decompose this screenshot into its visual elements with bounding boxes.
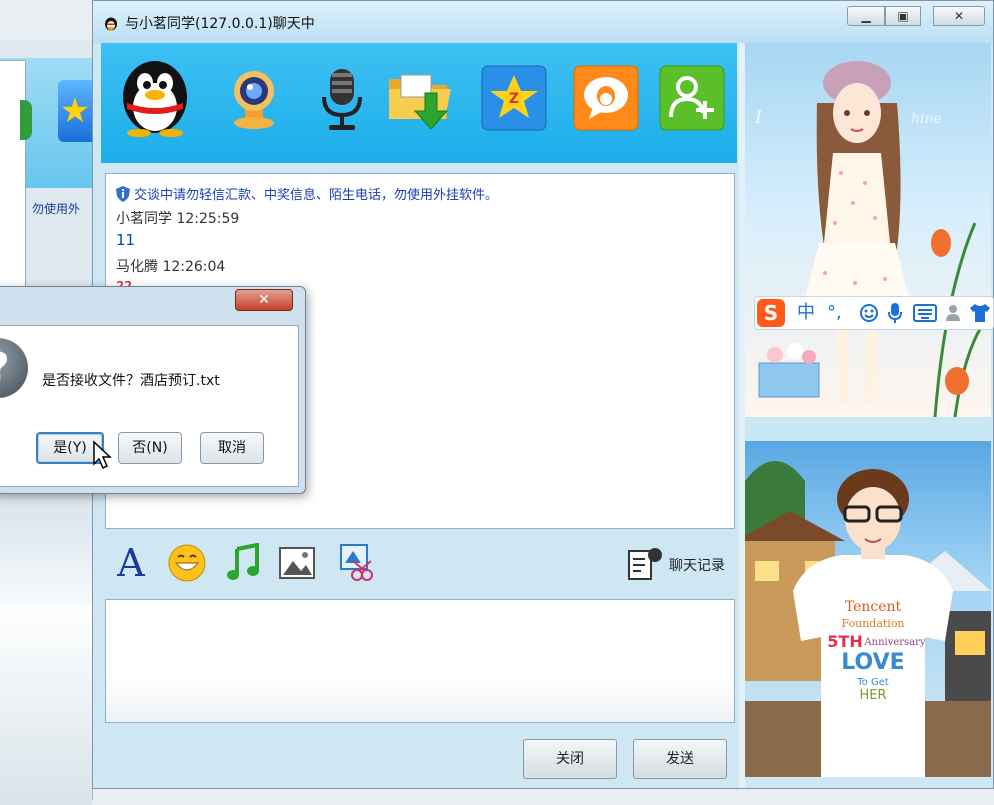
ime-keyboard-icon[interactable] (913, 304, 937, 322)
question-icon: ? (0, 338, 28, 398)
dialog-no-button[interactable]: 否(N) (118, 432, 182, 464)
qq-bubble-icon[interactable] (571, 63, 641, 133)
qq-logo-icon (105, 17, 117, 31)
ime-user-icon[interactable] (945, 303, 965, 323)
background-star-icon[interactable]: ★ (58, 80, 92, 142)
file-transfer-icon[interactable] (385, 63, 455, 133)
minimize-button[interactable]: ▁ (847, 6, 885, 26)
dialog-cancel-button[interactable]: 取消 (200, 432, 264, 464)
svg-text:Foundation: Foundation (841, 617, 904, 630)
file-receive-dialog[interactable]: ✕ ? 是否接收文件？酒店预订.txt 是(Y) 否(N) 取消 (0, 286, 306, 494)
svg-text:HER: HER (859, 688, 886, 703)
message-header: 小茗同学 12:25:59 (116, 211, 240, 227)
svg-text:5TH: 5TH (827, 632, 862, 651)
maximize-button[interactable]: ▣ (885, 6, 921, 26)
male-avatar-illustration: Tencent Foundation 5TH Anniversary LOVE … (745, 461, 991, 777)
webcam-icon[interactable] (219, 63, 289, 133)
main-toolbar: Z (101, 43, 737, 163)
window-title: 与小茗同学(127.0.0.1)聊天中 (125, 16, 315, 32)
close-button[interactable]: 关闭 (523, 739, 617, 779)
image-icon[interactable] (277, 543, 317, 583)
svg-text:Z: Z (509, 91, 519, 107)
mouse-cursor-icon (93, 440, 112, 470)
ime-emoji-icon[interactable] (859, 303, 879, 323)
svg-text:hine: hine (911, 111, 942, 127)
chat-history-label: 聊天记录 (669, 558, 725, 574)
dialog-close-button[interactable]: ✕ (235, 289, 293, 311)
chat-history-button[interactable]: 聊天记录 (627, 545, 739, 581)
dialog-body: ? 是否接收文件？酒店预订.txt 是(Y) 否(N) 取消 (0, 325, 299, 487)
ime-punctuation-toggle[interactable]: °, (827, 302, 842, 324)
panel-gap (745, 417, 991, 441)
font-icon[interactable]: A (111, 543, 151, 583)
sogou-ime-toolbar[interactable]: S 中 °, (754, 296, 994, 330)
screenshot-icon[interactable] (335, 543, 375, 583)
qq-penguin-icon[interactable] (113, 51, 197, 137)
security-notice: 交谈中请勿轻信汇款、中奖信息、陌生电话，勿使用外挂软件。 (116, 184, 498, 203)
format-toolbar: A 聊天记录 (101, 531, 737, 595)
dialog-message: 是否接收文件？酒店预订.txt (42, 373, 220, 389)
chat-history-icon (628, 548, 662, 580)
message-text: 11 (116, 231, 136, 249)
message-input[interactable] (105, 599, 735, 723)
background-panel (0, 60, 26, 307)
contact-avatar-show-male: Tencent Foundation 5TH Anniversary LOVE … (745, 441, 991, 777)
send-button[interactable]: 发送 (633, 739, 727, 779)
svg-text:To Get: To Get (856, 677, 889, 688)
emoji-icon[interactable] (167, 543, 207, 583)
ime-chinese-mode-toggle[interactable]: 中 (797, 302, 815, 324)
contact-avatar-show-female: I hine (745, 43, 991, 417)
shield-info-icon (116, 186, 130, 202)
ime-voice-icon[interactable] (887, 302, 903, 324)
window-close-button[interactable]: ✕ (933, 6, 985, 26)
svg-text:I: I (754, 107, 763, 128)
ime-skin-icon[interactable] (969, 303, 991, 323)
svg-text:Anniversary: Anniversary (863, 637, 926, 648)
background-lower-area (0, 605, 92, 805)
message-header: 马化腾 12:26:04 (116, 259, 226, 275)
background-green-icon[interactable] (20, 100, 32, 140)
microphone-icon[interactable] (307, 63, 377, 133)
add-friend-icon[interactable] (657, 63, 727, 133)
title-bar[interactable]: 与小茗同学(127.0.0.1)聊天中 ▁ ▣ ✕ (93, 1, 993, 43)
sogou-logo-icon[interactable]: S (757, 299, 785, 327)
qzone-star-icon[interactable]: Z (479, 63, 549, 133)
female-avatar-illustration: I hine (754, 61, 991, 417)
svg-text:Tencent: Tencent (845, 599, 902, 615)
security-notice-text: 交谈中请勿轻信汇款、中奖信息、陌生电话，勿使用外挂软件。 (134, 188, 499, 203)
background-security-note: 勿使用外 (32, 202, 81, 216)
svg-text:LOVE: LOVE (841, 650, 904, 675)
music-icon[interactable] (223, 543, 263, 583)
